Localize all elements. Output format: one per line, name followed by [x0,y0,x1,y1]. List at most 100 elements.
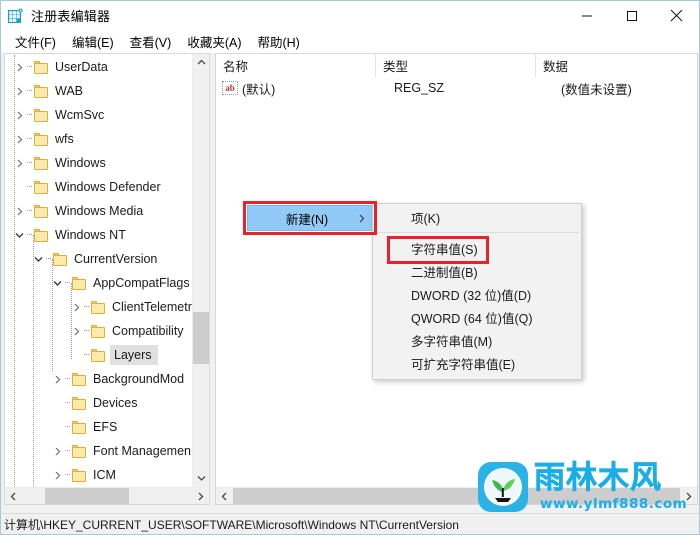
tree-connector [84,343,91,367]
window-title: 注册表编辑器 [31,9,111,24]
tree-item-windows-defender[interactable]: Windows Defender [5,175,193,199]
folder-icon [72,276,86,290]
folder-icon [34,156,48,170]
scroll-up-icon[interactable] [193,54,209,71]
cell-name: (默认) [242,82,276,97]
folder-icon [72,444,86,458]
watermark-brand: 雨林木风 [534,460,662,496]
menu-file[interactable]: 文件(F) [7,30,64,53]
scroll-right-icon[interactable] [192,488,209,504]
submenu-item-6[interactable]: 可扩充字符串值(E) [373,352,581,375]
submenu-item-5[interactable]: 多字符串值(M) [373,329,581,352]
cell-data: (数值未设置) [561,82,632,97]
tree-item-userdata[interactable]: UserData [5,55,193,79]
folder-icon [34,132,48,146]
tree-item-label: BackgroundMod [93,372,185,386]
tree-item-wab[interactable]: WAB [5,79,193,103]
tree-item-label: Devices [93,396,138,410]
submenu-item-3[interactable]: DWORD (32 位)值(D) [373,283,581,306]
tree-connector [65,439,72,463]
tree-item-label: wfs [55,132,74,146]
maximize-icon[interactable] [609,1,654,30]
chevron-right-icon[interactable] [351,205,373,231]
tree-item-label: Windows Defender [55,180,161,194]
folder-icon [91,348,105,362]
folder-icon [91,324,105,338]
folder-icon [91,300,105,314]
tree-connector [27,175,34,199]
menu-edit[interactable]: 编辑(E) [64,30,122,53]
chevron-right-icon[interactable] [49,463,65,487]
menu-help[interactable]: 帮助(H) [249,30,307,53]
tree-connector [65,391,72,415]
menu-view[interactable]: 查看(V) [122,30,180,53]
folder-icon [34,84,48,98]
submenu-item-1[interactable]: 字符串值(S) [373,237,581,260]
tree-item-label: AppCompatFlags [93,276,190,290]
tree-item-wcmsvc[interactable]: WcmSvc [5,103,193,127]
string-value-icon: ab [222,81,238,95]
tree-connector [65,367,72,391]
tree-item-wfs[interactable]: wfs [5,127,193,151]
tree-item-label: UserData [55,60,108,74]
column-header-name[interactable]: 名称 [216,54,376,77]
tree-vertical-scrollbar[interactable] [192,54,209,487]
tree-item-label: WcmSvc [55,108,105,122]
status-path: 计算机\HKEY_CURRENT_USER\SOFTWARE\Microsoft… [4,517,459,532]
tree-item-label: ICM [93,468,116,482]
folder-icon [34,60,48,74]
menu-bar: 文件(F) 编辑(E) 查看(V) 收藏夹(A) 帮助(H) [1,30,699,53]
tree-item-windows-media[interactable]: Windows Media [5,199,193,223]
submenu-item-0[interactable]: 项(K) [373,206,581,229]
tree-item-label: EFS [93,420,118,434]
tree-connector [27,199,34,223]
cell-type: REG_SZ [394,81,445,95]
tree-guide-line [71,283,73,359]
folder-icon [34,228,48,242]
folder-icon [72,468,86,482]
tree-connector [84,319,91,343]
context-menu-item-new[interactable]: 新建(N) [247,205,367,231]
folder-icon [72,420,86,434]
tree-item-windows[interactable]: Windows [5,151,193,175]
tree-guide-line [14,55,16,504]
menu-favorites[interactable]: 收藏夹(A) [179,30,249,53]
scroll-left-icon[interactable] [216,488,233,504]
submenu-item-4[interactable]: QWORD (64 位)值(Q) [373,306,581,329]
folder-icon [34,108,48,122]
tree-connector [65,415,72,439]
column-header-data[interactable]: 数据 [536,54,697,77]
tree-item-label: CurrentVersion [74,252,158,266]
list-header: 名称 类型 数据 [216,54,697,78]
tree-hscroll-thumb[interactable] [45,488,129,504]
watermark: 雨林木风 www.ylmf888.com [478,461,696,519]
tree-connector [27,127,34,151]
tree-item-label: Windows NT [55,228,126,242]
submenu-item-2[interactable]: 二进制值(B) [373,260,581,283]
table-row[interactable]: ab (默认) REG_SZ (数值未设置) [216,77,697,99]
tree-item-label: Layers [110,345,158,365]
registry-tree-pane[interactable]: UserData WAB WcmSvc wfs Windows Windows Defen… [4,53,210,505]
registry-editor-window: 注册表编辑器 文件(F) 编辑(E) 查看(V) 收藏夹(A) 帮助(H) Us… [0,0,700,535]
window-controls [564,1,699,30]
tree-scroll-thumb[interactable] [193,312,209,364]
tree-connector [27,151,34,175]
tree-connector [65,463,72,487]
minimize-icon[interactable] [564,1,609,30]
tree-item-label: Compatibility [112,324,184,338]
watermark-url: www.ylmf888.com [540,496,688,512]
title-bar: 注册表编辑器 [1,1,699,30]
column-header-type[interactable]: 类型 [376,54,536,77]
scroll-left-icon[interactable] [5,488,22,504]
tree-item-label: Windows Media [55,204,144,218]
tree-item-label: Windows [55,156,106,170]
content-area: UserData WAB WcmSvc wfs Windows Windows Defen… [2,53,699,513]
tree-horizontal-scrollbar[interactable] [5,487,209,504]
tree-item-label: Font Managemen [93,444,191,458]
tree-guide-line [33,235,35,504]
scroll-down-icon[interactable] [193,470,209,487]
close-icon[interactable] [654,1,699,30]
tree-connector [27,103,34,127]
chevron-right-icon[interactable] [49,439,65,463]
